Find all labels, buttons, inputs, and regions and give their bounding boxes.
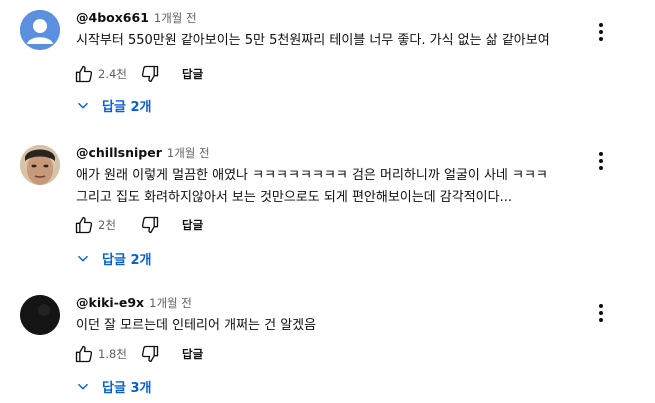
comment-thread: @kiki-e9x 1개월 전 이던 잘 모르는데 인테리어 개쩌는 건 알겠음…	[0, 285, 655, 403]
comment-text: 이던 잘 모르는데 인테리어 개쩌는 건 알겠음	[76, 315, 596, 337]
comment-line: 애가 원래 이렇게 멀끔한 애였나 ㅋㅋㅋㅋㅋㅋㅋㅋ 검은 머리하니까 얼굴이 …	[76, 168, 548, 183]
view-replies-button[interactable]: 답글 2개	[76, 249, 151, 268]
dislike-button[interactable]	[138, 342, 162, 366]
more-actions-icon[interactable]	[591, 22, 611, 42]
view-replies-button[interactable]: 답글 2개	[76, 96, 151, 115]
avatar[interactable]	[20, 10, 60, 50]
comment-line: 그리고 집도 화려하지않아서 보는 것만으로도 되게 편안해보이는데 감각적이다…	[76, 190, 513, 205]
photo-avatar-icon	[20, 145, 60, 185]
dark-avatar-icon	[20, 295, 60, 335]
comment-line: 이던 잘 모르는데 인테리어 개쩌는 건 알겠음	[76, 318, 317, 333]
more-actions-icon[interactable]	[591, 151, 611, 171]
reply-button[interactable]: 답글	[182, 217, 203, 233]
comment-line: 시작부터 550만원 같아보이는 5만 5천원짜리 테이블 너무 좋다. 가식 …	[76, 33, 550, 48]
replies-count-label: 답글 3개	[102, 381, 152, 396]
comment-thread: @chillsniper 1개월 전 애가 원래 이렇게 멀끔한 애였나 ㅋㅋㅋ…	[0, 135, 655, 268]
comment-time[interactable]: 1개월 전	[149, 295, 192, 311]
thumb-down-icon	[141, 345, 159, 363]
replies-count-label: 답글 2개	[102, 100, 152, 115]
comment-text: 애가 원래 이렇게 멀끔한 애였나 ㅋㅋㅋㅋㅋㅋㅋㅋ 검은 머리하니까 얼굴이 …	[76, 165, 596, 209]
like-count: 2.4천	[98, 67, 127, 81]
author-handle[interactable]: @4box661	[76, 10, 149, 25]
like-button[interactable]	[72, 213, 96, 237]
comment-actions: 2천 답글	[72, 213, 203, 237]
avatar[interactable]	[20, 145, 60, 185]
chevron-down-icon	[78, 255, 88, 261]
avatar[interactable]	[20, 295, 60, 335]
more-actions-icon[interactable]	[591, 303, 611, 323]
comment-time[interactable]: 1개월 전	[154, 10, 197, 26]
comment-header: @chillsniper 1개월 전	[76, 145, 210, 161]
reply-button[interactable]: 답글	[182, 346, 203, 362]
like-button[interactable]	[72, 62, 96, 86]
default-user-avatar-icon	[20, 10, 60, 50]
comment-header: @kiki-e9x 1개월 전	[76, 295, 192, 311]
comment-thread: @4box661 1개월 전 시작부터 550만원 같아보이는 5만 5천원짜리…	[0, 0, 655, 130]
like-button[interactable]	[72, 342, 96, 366]
reply-button[interactable]: 답글	[182, 66, 203, 82]
author-handle[interactable]: @kiki-e9x	[76, 295, 144, 310]
thumb-down-icon	[141, 216, 159, 234]
comment-header: @4box661 1개월 전	[76, 10, 197, 26]
thumb-up-icon	[75, 216, 93, 234]
view-replies-button[interactable]: 답글 3개	[76, 377, 151, 396]
comment-actions: 1.8천 답글	[72, 342, 203, 366]
comment-text: 시작부터 550만원 같아보이는 5만 5천원짜리 테이블 너무 좋다. 가식 …	[76, 30, 596, 52]
dislike-button[interactable]	[138, 62, 162, 86]
dislike-button[interactable]	[138, 213, 162, 237]
chevron-down-icon	[78, 102, 88, 108]
replies-count-label: 답글 2개	[102, 253, 152, 268]
like-count: 1.8천	[98, 347, 127, 361]
comment-time[interactable]: 1개월 전	[167, 145, 210, 161]
thumb-down-icon	[141, 65, 159, 83]
thumb-up-icon	[75, 345, 93, 363]
thumb-up-icon	[75, 65, 93, 83]
comment-actions: 2.4천 답글	[72, 62, 203, 86]
chevron-down-icon	[78, 383, 88, 389]
like-count: 2천	[98, 218, 116, 232]
author-handle[interactable]: @chillsniper	[76, 145, 162, 160]
